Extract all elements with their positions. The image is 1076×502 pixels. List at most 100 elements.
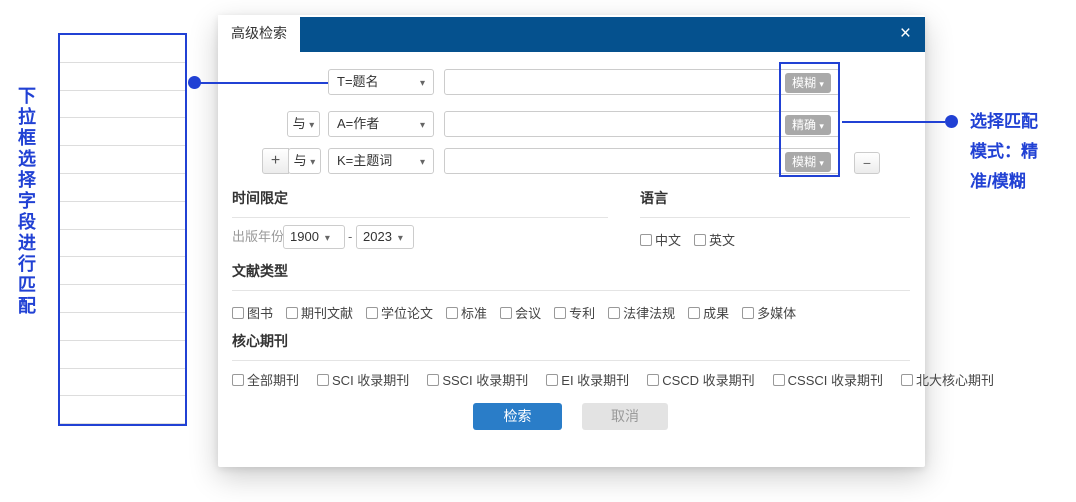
right-callout-line (842, 121, 945, 123)
dialog-title-tab[interactable]: 高级检索 (218, 15, 300, 52)
checkbox-icon[interactable] (427, 374, 439, 386)
chevron-down-icon (309, 116, 314, 131)
checkbox-icon[interactable] (232, 307, 244, 319)
doctype-checkbox[interactable]: 法律法规 (608, 303, 675, 322)
field-option[interactable] (60, 174, 185, 202)
field-select-1-value: T=题名 (337, 74, 379, 89)
checkbox-label: 北大核心期刊 (916, 370, 994, 389)
doctype-checkbox[interactable]: 期刊文献 (286, 303, 353, 322)
checkbox-label: 成果 (703, 303, 729, 322)
search-button[interactable]: 检索 (473, 403, 562, 430)
checkbox-icon[interactable] (647, 374, 659, 386)
checkbox-icon[interactable] (546, 374, 558, 386)
checkbox-icon[interactable] (366, 307, 378, 319)
logic-select-3[interactable]: 与 (288, 148, 321, 174)
core-journal-checkbox[interactable]: CSSCI 收录期刊 (773, 370, 883, 389)
checkbox-label: 中文 (655, 230, 681, 249)
language-options: 中文 英文 (640, 230, 748, 249)
year-to-select[interactable]: 2023 (356, 225, 414, 249)
chevron-down-icon (420, 70, 425, 96)
logic-select-3-value: 与 (294, 153, 307, 168)
logic-select-2[interactable]: 与 (287, 111, 320, 137)
field-select-1[interactable]: T=题名 (328, 69, 434, 95)
checkbox-icon[interactable] (742, 307, 754, 319)
doctype-checkbox[interactable]: 成果 (688, 303, 729, 322)
close-icon[interactable]: × (900, 17, 911, 52)
core-journal-checkbox[interactable]: 全部期刊 (232, 370, 299, 389)
chevron-down-icon (420, 112, 425, 138)
right-annotation-note: 选择匹配模式：精准/模糊 (970, 107, 1048, 197)
field-option[interactable] (60, 341, 185, 369)
section-title-time: 时间限定 (232, 188, 288, 208)
checkbox-icon[interactable] (286, 307, 298, 319)
publish-year-label: 出版年份: (232, 229, 288, 244)
language-checkbox[interactable]: 英文 (694, 230, 735, 249)
logic-select-2-value: 与 (293, 116, 306, 131)
year-from-value: 1900 (290, 229, 319, 244)
doctype-checkbox[interactable]: 专利 (554, 303, 595, 322)
checkbox-icon[interactable] (317, 374, 329, 386)
year-from-select[interactable]: 1900 (283, 225, 345, 249)
core-journal-checkbox[interactable]: 北大核心期刊 (901, 370, 994, 389)
checkbox-icon[interactable] (773, 374, 785, 386)
core-journal-options: 全部期刊 SCI 收录期刊 SSCI 收录期刊 EI 收录期刊 CSCD 收录期刊 CSS… (232, 370, 1012, 389)
field-option[interactable] (60, 285, 185, 313)
year-to-value: 2023 (363, 229, 392, 244)
field-option[interactable] (60, 35, 185, 63)
publish-year-row: 出版年份: (232, 225, 288, 249)
left-callout-line (199, 82, 328, 84)
chevron-down-icon (420, 149, 425, 175)
checkbox-label: 期刊文献 (301, 303, 353, 322)
checkbox-label: 标准 (461, 303, 487, 322)
checkbox-label: 图书 (247, 303, 273, 322)
doctype-checkbox[interactable]: 图书 (232, 303, 273, 322)
checkbox-icon[interactable] (901, 374, 913, 386)
checkbox-icon[interactable] (688, 307, 700, 319)
field-option[interactable] (60, 118, 185, 146)
remove-row-button[interactable]: − (854, 152, 880, 174)
checkbox-label: SSCI 收录期刊 (442, 370, 528, 389)
core-journal-checkbox[interactable]: SSCI 收录期刊 (427, 370, 528, 389)
field-select-3[interactable]: K=主题词 (328, 148, 434, 174)
field-option[interactable] (60, 146, 185, 174)
checkbox-icon[interactable] (554, 307, 566, 319)
checkbox-icon[interactable] (608, 307, 620, 319)
left-annotation-note: 下拉框选择字段进行匹配 (13, 86, 39, 317)
field-option[interactable] (60, 369, 185, 397)
add-row-button[interactable]: + (262, 148, 289, 174)
checkbox-icon[interactable] (232, 374, 244, 386)
field-option[interactable] (60, 313, 185, 341)
field-dropdown-list (58, 33, 187, 426)
doctype-checkbox[interactable]: 学位论文 (366, 303, 433, 322)
checkbox-label: 会议 (515, 303, 541, 322)
checkbox-icon[interactable] (640, 234, 652, 246)
cancel-button[interactable]: 取消 (582, 403, 668, 430)
field-select-2[interactable]: A=作者 (328, 111, 434, 137)
checkbox-label: 英文 (709, 230, 735, 249)
year-range-separator: - (348, 225, 352, 249)
divider (232, 360, 910, 361)
field-option[interactable] (60, 396, 185, 424)
divider (232, 290, 910, 291)
match-mode-highlight-box (779, 62, 840, 177)
field-option[interactable] (60, 257, 185, 285)
checkbox-icon[interactable] (446, 307, 458, 319)
core-journal-checkbox[interactable]: EI 收录期刊 (546, 370, 629, 389)
checkbox-label: CSSCI 收录期刊 (788, 370, 883, 389)
field-option[interactable] (60, 91, 185, 119)
field-option[interactable] (60, 230, 185, 258)
language-checkbox[interactable]: 中文 (640, 230, 681, 249)
core-journal-checkbox[interactable]: CSCD 收录期刊 (647, 370, 754, 389)
checkbox-label: 学位论文 (381, 303, 433, 322)
core-journal-checkbox[interactable]: SCI 收录期刊 (317, 370, 409, 389)
field-option[interactable] (60, 202, 185, 230)
checkbox-icon[interactable] (500, 307, 512, 319)
section-title-language: 语言 (640, 188, 668, 208)
checkbox-icon[interactable] (694, 234, 706, 246)
doctype-checkbox[interactable]: 标准 (446, 303, 487, 322)
field-option[interactable] (60, 63, 185, 91)
divider (232, 217, 608, 218)
doctype-checkbox[interactable]: 多媒体 (742, 303, 796, 322)
doctype-checkbox[interactable]: 会议 (500, 303, 541, 322)
checkbox-label: SCI 收录期刊 (332, 370, 409, 389)
